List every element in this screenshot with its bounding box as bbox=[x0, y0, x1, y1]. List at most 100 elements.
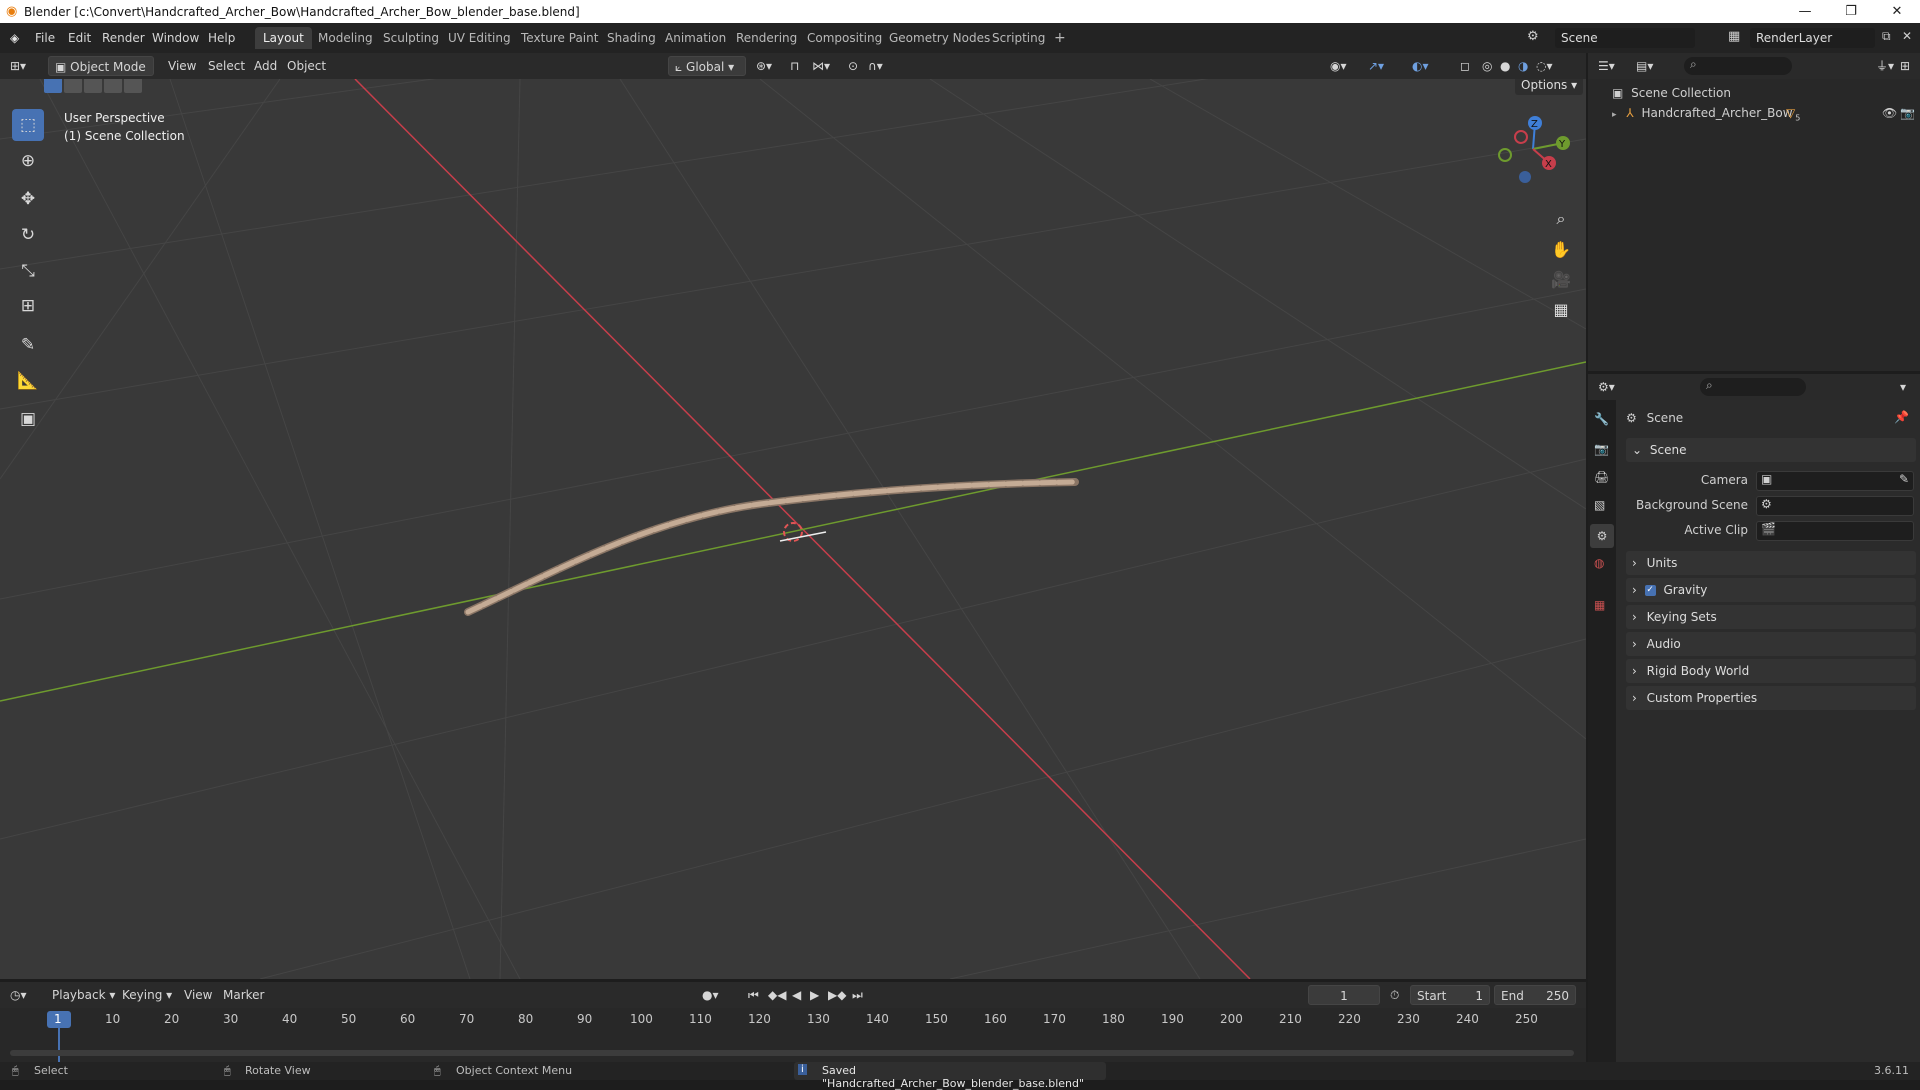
outliner-search-input[interactable]: ⌕ bbox=[1684, 57, 1792, 75]
tab-modeling[interactable]: Modeling bbox=[310, 27, 381, 49]
filter-icon[interactable]: ⏚▾ bbox=[1876, 56, 1894, 76]
renderlayer-icon[interactable]: ▦ bbox=[1728, 29, 1740, 44]
select-intersect-icon[interactable] bbox=[124, 79, 142, 93]
visibility-icon[interactable]: ◉▾ bbox=[1330, 56, 1347, 76]
new-layer-icon[interactable]: ⧉ bbox=[1882, 29, 1891, 44]
menu-keying[interactable]: Keying ▾ bbox=[122, 985, 172, 1005]
maximize-button[interactable]: ❐ bbox=[1828, 0, 1874, 23]
3d-viewport[interactable]: User Perspective (1) Scene Collection ⬚ … bbox=[0, 79, 1586, 979]
tab-rendering[interactable]: Rendering bbox=[728, 27, 805, 49]
tab-layout[interactable]: Layout bbox=[255, 27, 312, 49]
mode-dropdown[interactable]: ▣ Object Mode ▾ bbox=[48, 56, 154, 94]
output-tab-icon[interactable]: 🖨 bbox=[1594, 470, 1609, 484]
navigation-gizmo[interactable]: Z Y X bbox=[1495, 113, 1575, 185]
view-layer-tab-icon[interactable]: ▧ bbox=[1594, 498, 1605, 512]
select-subtract-icon[interactable] bbox=[84, 79, 102, 93]
camera-view-icon[interactable]: 🎥 bbox=[1547, 265, 1575, 293]
xray-icon[interactable]: ◻ bbox=[1460, 56, 1470, 76]
menu-help[interactable]: Help bbox=[208, 23, 235, 53]
display-mode-icon[interactable]: ▤▾ bbox=[1636, 56, 1653, 76]
properties-search-input[interactable]: ⌕ bbox=[1700, 378, 1806, 396]
renderlayer-selector[interactable]: RenderLayer bbox=[1750, 28, 1875, 48]
menu-playback[interactable]: Playback ▾ bbox=[52, 985, 115, 1005]
expand-arrow-icon[interactable]: ▸ bbox=[1612, 110, 1617, 120]
menu-render[interactable]: Render bbox=[102, 23, 145, 53]
pivot-icon[interactable]: ⊛▾ bbox=[756, 56, 772, 76]
scene-collection-row[interactable]: ▣ Scene Collection bbox=[1612, 86, 1731, 102]
wireframe-shading-icon[interactable]: ◎ bbox=[1482, 56, 1492, 76]
pan-hand-icon[interactable]: ✋ bbox=[1547, 235, 1575, 263]
overlay-toggle-icon[interactable]: ◐▾ bbox=[1412, 56, 1429, 76]
tab-compositing[interactable]: Compositing bbox=[799, 27, 890, 49]
render-tab-icon[interactable]: 📷 bbox=[1594, 442, 1609, 456]
select-extend-icon[interactable] bbox=[64, 79, 82, 93]
tab-animation[interactable]: Animation bbox=[657, 27, 734, 49]
timeline[interactable]: 1 10 20 30 40 50 60 70 80 90 100 110 120… bbox=[0, 1008, 1586, 1066]
menu-file[interactable]: File bbox=[35, 23, 55, 53]
select-box-tool-icon[interactable]: ⬚ bbox=[12, 109, 44, 141]
rendered-shading-icon[interactable]: ◌▾ bbox=[1536, 56, 1553, 76]
editor-type-icon[interactable]: ⊞▾ bbox=[10, 56, 26, 76]
tab-uv-editing[interactable]: UV Editing bbox=[440, 27, 519, 49]
menu-window[interactable]: Window bbox=[152, 23, 199, 53]
outliner[interactable]: ▣ Scene Collection ▸ ⅄ Handcrafted_Arche… bbox=[1588, 79, 1920, 371]
tool-tab-icon[interactable]: 🔧 bbox=[1594, 412, 1609, 426]
record-keyframe-icon[interactable]: ●▾ bbox=[702, 985, 719, 1005]
outliner-item[interactable]: ▸ ⅄ Handcrafted_Archer_Bow ▽5 👁 📷 bbox=[1612, 106, 1915, 124]
annotate-tool-icon[interactable]: ✎ bbox=[12, 329, 44, 361]
timeline-scrollbar[interactable] bbox=[10, 1050, 1574, 1056]
keying-sets-panel-header[interactable]: › Keying Sets bbox=[1626, 605, 1916, 629]
start-frame-field[interactable]: Start 1 bbox=[1410, 985, 1490, 1005]
render-camera-icon[interactable]: 📷 bbox=[1900, 106, 1915, 120]
falloff-icon[interactable]: ∩▾ bbox=[868, 56, 883, 76]
snap-icon[interactable]: ⊓ bbox=[790, 56, 799, 76]
eye-visibility-icon[interactable]: 👁 bbox=[1882, 106, 1897, 120]
add-cube-tool-icon[interactable]: ▣ bbox=[12, 403, 44, 435]
end-frame-field[interactable]: End 250 bbox=[1494, 985, 1576, 1005]
menu-edit[interactable]: Edit bbox=[68, 23, 91, 53]
transform-tool-icon[interactable]: ⊞ bbox=[12, 290, 44, 322]
jump-start-icon[interactable]: ⏮ bbox=[748, 985, 759, 1005]
gizmo-toggle-icon[interactable]: ↗▾ bbox=[1368, 56, 1384, 76]
eyedropper-icon[interactable]: ✎ bbox=[1899, 472, 1909, 486]
remove-layer-icon[interactable]: ✕ bbox=[1902, 29, 1912, 43]
ortho-grid-icon[interactable]: ▦ bbox=[1547, 295, 1575, 323]
menu-select[interactable]: Select bbox=[208, 56, 245, 76]
blender-menu-icon[interactable]: ◈ bbox=[10, 23, 19, 53]
proportional-edit-icon[interactable]: ⊙ bbox=[848, 56, 858, 76]
tab-geometry-nodes[interactable]: Geometry Nodes bbox=[881, 27, 998, 49]
menu-object[interactable]: Object bbox=[287, 56, 326, 76]
properties-editor-icon[interactable]: ⚙▾ bbox=[1598, 377, 1615, 397]
tab-sculpting[interactable]: Sculpting bbox=[375, 27, 447, 49]
pin-icon[interactable]: 📌 bbox=[1894, 410, 1909, 424]
move-tool-icon[interactable]: ✥ bbox=[12, 183, 44, 215]
cursor-tool-icon[interactable]: ⊕ bbox=[12, 145, 44, 177]
timeline-editor-icon[interactable]: ◷▾ bbox=[10, 985, 27, 1005]
scene-tab-icon[interactable]: ⚙ bbox=[1590, 524, 1614, 548]
minimize-button[interactable]: — bbox=[1782, 0, 1828, 23]
archer-bow-mesh[interactable] bbox=[464, 478, 1079, 616]
current-frame-field[interactable]: 1 bbox=[1308, 985, 1380, 1005]
new-collection-icon[interactable]: ⊞ bbox=[1900, 56, 1910, 76]
solid-shading-icon[interactable]: ● bbox=[1500, 56, 1510, 76]
play-icon[interactable]: ▶ bbox=[810, 985, 819, 1005]
preview-range-icon[interactable]: ⏱ bbox=[1390, 985, 1399, 1005]
measure-tool-icon[interactable]: 📐 bbox=[12, 365, 44, 397]
units-panel-header[interactable]: › Units bbox=[1626, 551, 1916, 575]
properties-options-icon[interactable]: ▾ bbox=[1900, 377, 1906, 397]
jump-end-icon[interactable]: ⏭ bbox=[852, 985, 863, 1005]
material-shading-icon[interactable]: ◑ bbox=[1518, 56, 1528, 76]
play-reverse-icon[interactable]: ◀ bbox=[792, 985, 801, 1005]
scene-selector[interactable]: Scene bbox=[1555, 28, 1695, 48]
gravity-checkbox[interactable]: ✓ bbox=[1644, 585, 1656, 596]
menu-add[interactable]: Add bbox=[254, 56, 277, 76]
transform-orientation-dropdown[interactable]: ⟀ Global ▾ bbox=[668, 56, 746, 76]
close-button[interactable]: ✕ bbox=[1874, 0, 1920, 23]
active-clip-field[interactable]: 🎬 bbox=[1756, 521, 1914, 541]
scene-panel-header[interactable]: ⌄ Scene bbox=[1626, 438, 1916, 462]
texture-tab-icon[interactable]: ▦ bbox=[1594, 598, 1605, 612]
camera-field[interactable]: ▣ ✎ bbox=[1756, 471, 1914, 491]
select-new-icon[interactable] bbox=[44, 79, 62, 93]
audio-panel-header[interactable]: › Audio bbox=[1626, 632, 1916, 656]
menu-view[interactable]: View bbox=[168, 56, 196, 76]
